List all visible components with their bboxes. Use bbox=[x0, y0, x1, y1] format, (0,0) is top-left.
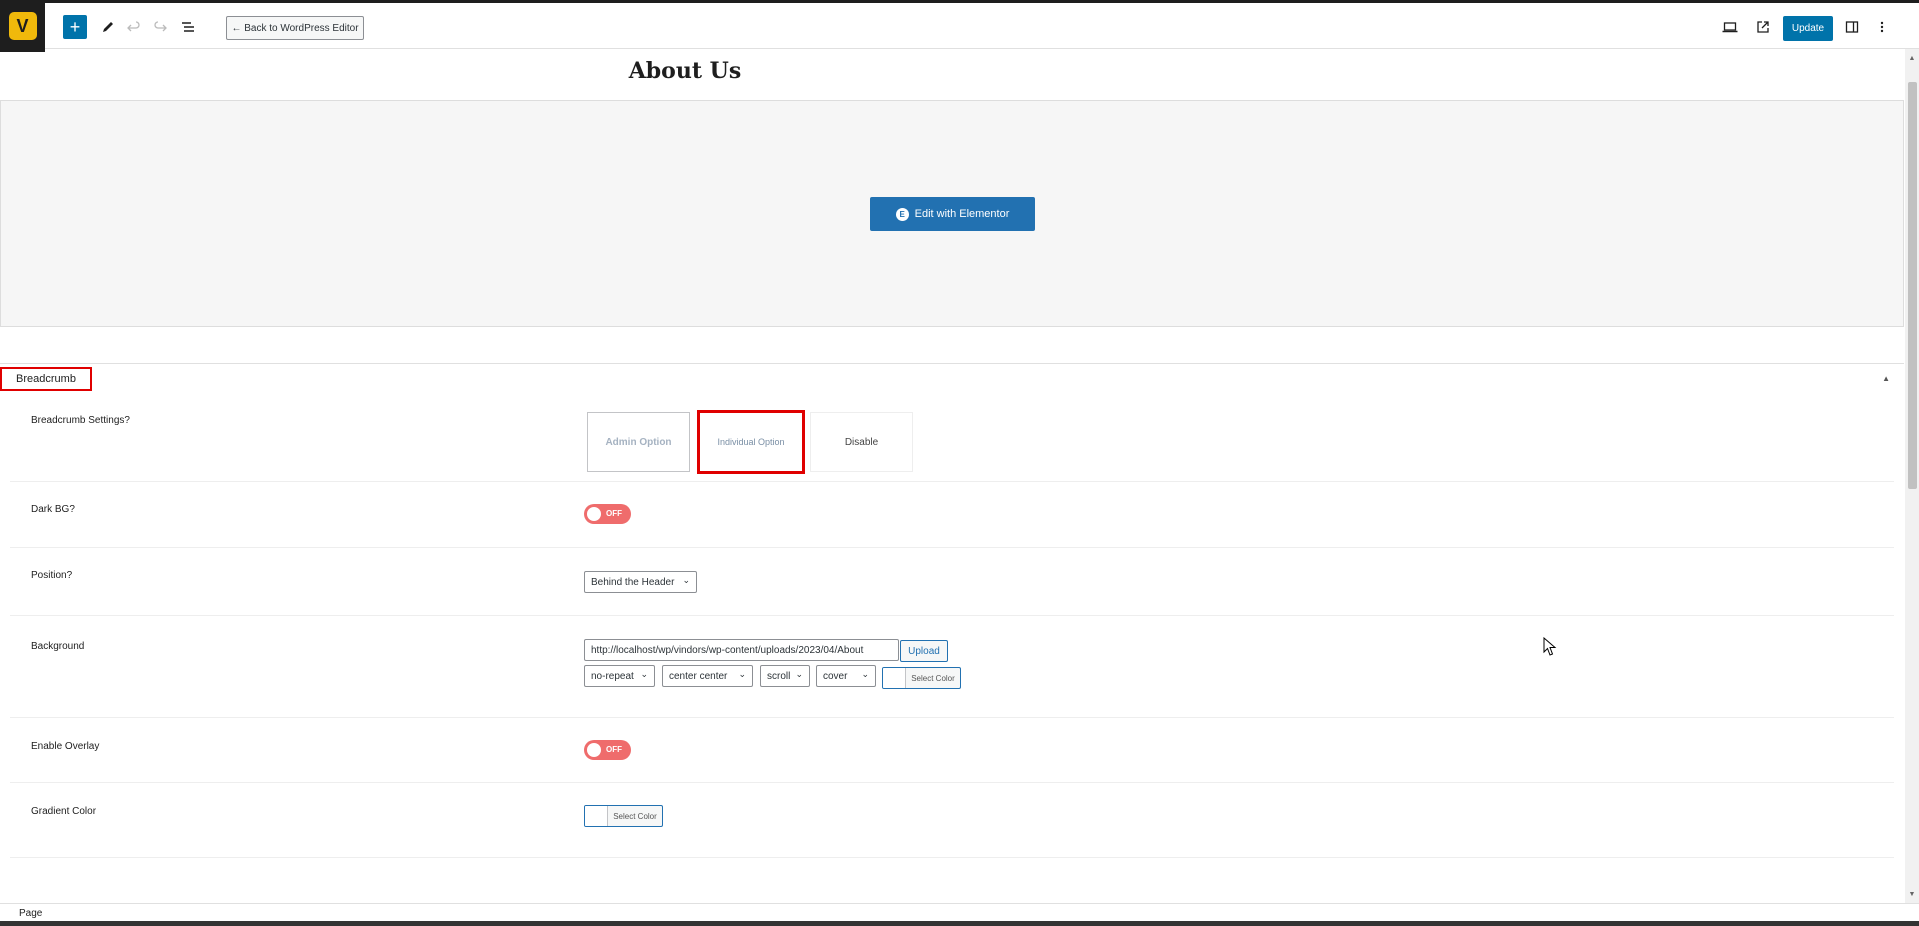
elementor-icon: E bbox=[895, 207, 909, 221]
breadcrumb-panel-title[interactable]: Breadcrumb bbox=[0, 367, 92, 391]
background-label: Background bbox=[31, 641, 85, 652]
position-row: Position? Behind the Header ⌄ bbox=[10, 548, 1894, 616]
editor-top-bar: V + ← Back to WordPress Editor Update bbox=[0, 0, 1919, 52]
dark-bg-toggle[interactable]: OFF bbox=[584, 504, 631, 524]
color-swatch bbox=[883, 668, 906, 688]
chevron-down-icon: ⌄ bbox=[861, 669, 869, 679]
back-to-wordpress-editor-button[interactable]: ← Back to WordPress Editor bbox=[226, 16, 364, 40]
enable-overlay-row: Enable Overlay OFF bbox=[10, 718, 1894, 783]
chevron-down-icon: ⌄ bbox=[682, 575, 690, 585]
position-label: Position? bbox=[31, 570, 73, 581]
list-view-icon bbox=[182, 22, 194, 32]
background-url-input[interactable]: http://localhost/wp/vindors/wp-content/u… bbox=[584, 639, 899, 661]
toggle-knob bbox=[587, 507, 601, 521]
add-block-button[interactable]: + bbox=[63, 15, 87, 39]
edit-with-elementor-label: Edit with Elementor bbox=[914, 208, 1010, 220]
kebab-icon bbox=[1880, 21, 1884, 33]
option-disable[interactable]: Disable bbox=[810, 412, 913, 472]
laptop-icon bbox=[1722, 22, 1738, 33]
gradient-color-row: Gradient Color Select Color bbox=[10, 783, 1894, 858]
enable-overlay-toggle[interactable]: OFF bbox=[584, 740, 631, 760]
view-page-button[interactable] bbox=[1752, 16, 1774, 38]
vertical-scrollbar[interactable]: ▲ ▼ bbox=[1905, 49, 1919, 903]
tools-button[interactable] bbox=[97, 16, 119, 38]
chevron-down-icon: ⌄ bbox=[640, 669, 648, 679]
repeat-value: no-repeat bbox=[591, 670, 634, 682]
scroll-down-arrow-icon[interactable]: ▼ bbox=[1905, 887, 1919, 901]
position-select[interactable]: Behind the Header ⌄ bbox=[584, 571, 697, 593]
chevron-down-icon: ⌄ bbox=[738, 669, 746, 679]
editor-canvas: About Us E Edit with Elementor Breadcrum… bbox=[0, 49, 1904, 903]
taskbar-strip bbox=[0, 921, 1919, 926]
settings-button[interactable] bbox=[1841, 16, 1863, 38]
background-color-picker[interactable]: Select Color bbox=[882, 667, 961, 689]
background-row: Background http://localhost/wp/vindors/w… bbox=[10, 616, 1894, 718]
scroll-thumb[interactable] bbox=[1908, 82, 1917, 489]
scroll-up-arrow-icon[interactable]: ▲ bbox=[1905, 51, 1919, 65]
mouse-cursor-icon bbox=[1543, 637, 1557, 656]
list-view-button[interactable] bbox=[177, 16, 199, 38]
redo-icon bbox=[154, 21, 167, 32]
page-title[interactable]: About Us bbox=[0, 58, 1370, 84]
pencil-icon bbox=[103, 22, 113, 32]
background-size-select[interactable]: cover ⌄ bbox=[816, 665, 876, 687]
position-value: center center bbox=[669, 670, 728, 682]
option-individual[interactable]: Individual Option bbox=[697, 410, 805, 474]
chevron-down-icon: ⌄ bbox=[795, 669, 803, 679]
preview-button[interactable] bbox=[1719, 16, 1741, 38]
toggle-state: OFF bbox=[606, 745, 622, 754]
undo-icon bbox=[127, 21, 140, 32]
background-repeat-select[interactable]: no-repeat ⌄ bbox=[584, 665, 655, 687]
update-button[interactable]: Update bbox=[1783, 16, 1833, 41]
breadcrumb-settings-label: Breadcrumb Settings? bbox=[31, 415, 130, 426]
select-color-label: Select Color bbox=[613, 811, 657, 821]
external-link-icon bbox=[1757, 21, 1769, 33]
breadcrumb-settings-row: Breadcrumb Settings? Admin Option Indivi… bbox=[10, 403, 1894, 482]
editor-footer: Page bbox=[0, 903, 1919, 921]
color-swatch bbox=[585, 806, 608, 826]
toggle-state: OFF bbox=[606, 509, 622, 518]
background-position-select[interactable]: center center ⌄ bbox=[662, 665, 753, 687]
block-breadcrumb[interactable]: Page bbox=[19, 908, 42, 919]
select-color-label: Select Color bbox=[911, 673, 955, 683]
toggle-knob bbox=[587, 743, 601, 757]
position-value: Behind the Header bbox=[591, 576, 675, 588]
plus-icon: + bbox=[69, 16, 81, 37]
background-attachment-select[interactable]: scroll ⌄ bbox=[760, 665, 810, 687]
logo-mark: V bbox=[8, 12, 37, 40]
site-logo[interactable]: V bbox=[0, 0, 45, 52]
dark-bg-row: Dark BG? OFF bbox=[10, 482, 1894, 548]
size-value: cover bbox=[823, 670, 848, 682]
dark-bg-label: Dark BG? bbox=[31, 504, 75, 515]
upload-button[interactable]: Upload bbox=[900, 640, 948, 662]
undo-button[interactable] bbox=[123, 16, 145, 38]
gradient-color-picker[interactable]: Select Color bbox=[584, 805, 663, 827]
edit-with-elementor-button[interactable]: E Edit with Elementor bbox=[870, 197, 1035, 231]
breadcrumb-meta-box: Breadcrumb ▲ Breadcrumb Settings? Admin … bbox=[0, 363, 1904, 903]
option-admin[interactable]: Admin Option bbox=[587, 412, 690, 472]
sidebar-icon bbox=[1845, 21, 1859, 33]
options-button[interactable] bbox=[1871, 16, 1893, 38]
elementor-placeholder: E Edit with Elementor bbox=[0, 100, 1904, 327]
redo-button[interactable] bbox=[149, 16, 171, 38]
gradient-color-label: Gradient Color bbox=[31, 806, 97, 817]
enable-overlay-label: Enable Overlay bbox=[31, 741, 100, 752]
caret-up-icon[interactable]: ▲ bbox=[1882, 374, 1890, 383]
attachment-value: scroll bbox=[767, 670, 791, 682]
